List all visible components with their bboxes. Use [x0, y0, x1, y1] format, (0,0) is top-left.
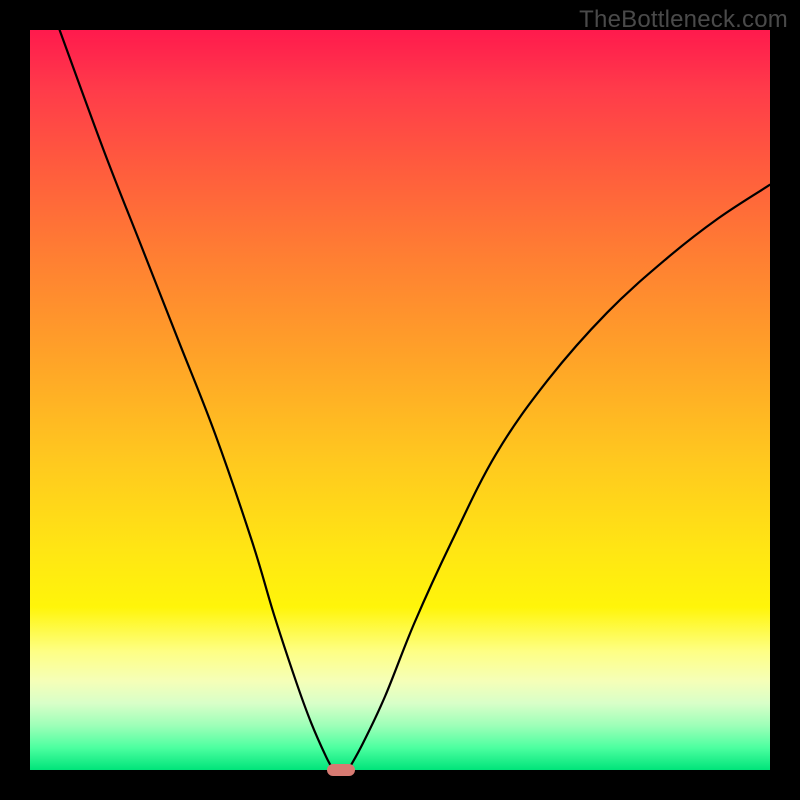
bottleneck-curve-right — [348, 185, 770, 770]
watermark-text: TheBottleneck.com — [579, 6, 788, 34]
chart-stage: TheBottleneck.com — [0, 0, 800, 800]
curve-layer — [30, 30, 770, 770]
minimum-marker — [327, 764, 355, 776]
plot-area — [30, 30, 770, 770]
bottleneck-curve-left — [60, 30, 334, 770]
